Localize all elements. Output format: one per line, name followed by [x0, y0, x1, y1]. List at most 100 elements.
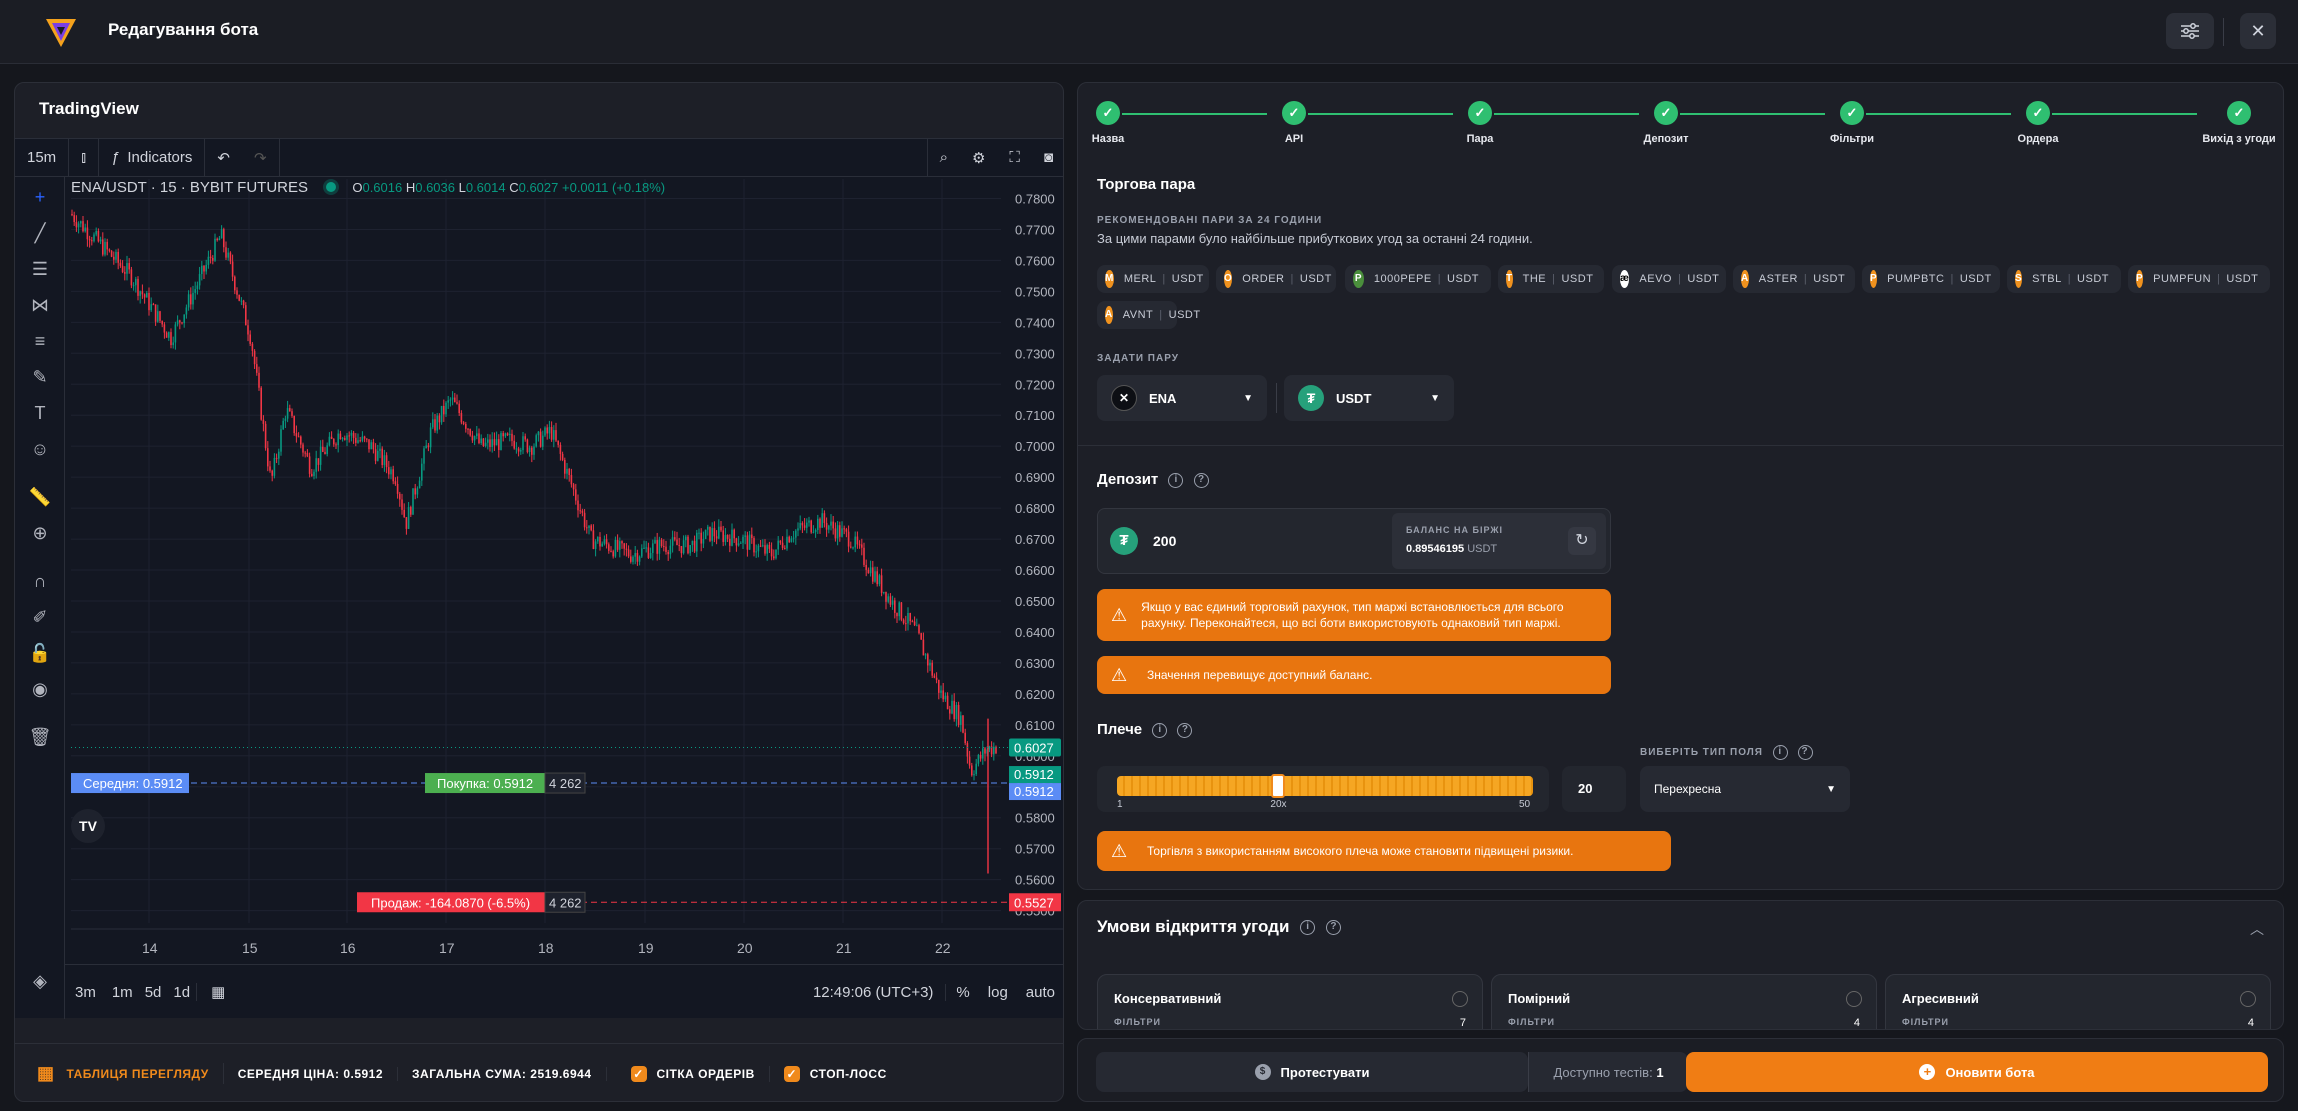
- price-chart[interactable]: 0.7800 0.7700 0.7600 0.7500 0.7400 0.7300 0.72…: [71, 179, 1063, 959]
- info-icon[interactable]: i: [1300, 920, 1316, 936]
- info-icon[interactable]: i: [1152, 722, 1168, 738]
- candle-body: [762, 545, 764, 547]
- fullscreen-icon: ⛶: [1009, 149, 1020, 166]
- leverage-slider[interactable]: [1117, 774, 1533, 798]
- layers-icon[interactable]: ◈: [28, 969, 52, 993]
- strategy-card-moderate[interactable]: Помірний ФІЛЬТРИ 4: [1491, 974, 1877, 1029]
- tradingview-logo[interactable]: TV: [71, 809, 105, 843]
- test-button[interactable]: $ Протестувати: [1096, 1052, 1528, 1092]
- radio-button[interactable]: [1846, 991, 1862, 1007]
- candle-body: [528, 447, 531, 453]
- lock-icon[interactable]: 🔓: [28, 641, 52, 665]
- pair-chip-aster[interactable]: A ASTER | USDT: [1733, 265, 1855, 293]
- info-icon[interactable]: i: [1772, 745, 1788, 760]
- refresh-balance-button[interactable]: ↻: [1568, 527, 1596, 555]
- lock-drawing-icon[interactable]: ✐: [28, 605, 52, 629]
- settings-sliders-button[interactable]: [2166, 13, 2214, 49]
- entry-conditions-panel: Умови відкриття угоди i ? ︿ Консервативн…: [1077, 900, 2284, 1030]
- step-deposit[interactable]: ✓ Депозит: [1636, 101, 1696, 145]
- candle-body: [740, 542, 742, 544]
- magnet-icon[interactable]: ∩: [28, 569, 52, 593]
- range-1m[interactable]: 1m: [106, 984, 139, 1001]
- date-range-button[interactable]: ▦: [196, 983, 239, 1001]
- candle-body: [889, 596, 892, 605]
- radio-button[interactable]: [1452, 991, 1468, 1007]
- base-coin-select[interactable]: ✕ ENA ▼: [1097, 375, 1267, 421]
- help-icon[interactable]: ?: [1177, 722, 1193, 738]
- step-api[interactable]: ✓ API: [1274, 101, 1314, 145]
- candle-body: [480, 438, 482, 444]
- screenshot-button[interactable]: ◙: [1032, 139, 1063, 177]
- quote-coin-select[interactable]: ₮ USDT ▼: [1284, 375, 1454, 421]
- eye-icon[interactable]: ◉: [28, 677, 52, 701]
- range-5d[interactable]: 5d: [139, 984, 168, 1001]
- brush-icon[interactable]: ✎: [28, 365, 52, 389]
- chart-settings-button[interactable]: ⚙: [960, 139, 997, 177]
- help-icon[interactable]: ?: [1797, 745, 1813, 760]
- pair-chip-pumpfun[interactable]: P PUMPFUN | USDT: [2128, 265, 2270, 293]
- emoji-icon[interactable]: ☺: [28, 437, 52, 461]
- trendline-icon[interactable]: ╱: [28, 221, 52, 245]
- pair-chip-merl[interactable]: M MERL | USDT: [1097, 265, 1209, 293]
- chevron-down-icon: ▼: [1243, 392, 1253, 404]
- zoom-in-icon[interactable]: ⊕: [28, 521, 52, 545]
- close-button[interactable]: ✕: [2240, 13, 2276, 49]
- pair-chip-order[interactable]: O ORDER | USDT: [1216, 265, 1336, 293]
- radio-button[interactable]: [2240, 991, 2256, 1007]
- help-icon[interactable]: ?: [1193, 472, 1209, 488]
- strategy-card-conservative[interactable]: Консервативний ФІЛЬТРИ 7: [1097, 974, 1483, 1029]
- step-orders[interactable]: ✓ Ордера: [2008, 101, 2068, 145]
- pair-chip-avnt[interactable]: A AVNT | USDT: [1097, 301, 1200, 329]
- text-icon[interactable]: T: [28, 401, 52, 425]
- redo-button[interactable]: ↷: [242, 138, 280, 177]
- indicators-button[interactable]: ƒ Indicators: [99, 139, 204, 177]
- step-exit[interactable]: ✓ Вихід з угоди: [2194, 101, 2283, 145]
- candle-body: [467, 428, 469, 430]
- margin-type-select[interactable]: Перехресна ▼: [1640, 766, 1850, 812]
- log-toggle[interactable]: log: [980, 984, 1016, 1001]
- info-icon[interactable]: i: [1168, 472, 1184, 488]
- price-tick-label: 0.5800: [1015, 811, 1055, 826]
- pair-chip-the[interactable]: T THE | USDT: [1498, 265, 1604, 293]
- trash-icon[interactable]: 🗑: [28, 725, 52, 749]
- ruler-icon[interactable]: 📏: [28, 485, 52, 509]
- table-view-button[interactable]: ▦ ТАБЛИЦЯ ПЕРЕГЛЯДУ: [15, 1063, 224, 1084]
- candle-body: [289, 408, 291, 412]
- percent-toggle[interactable]: %: [945, 983, 979, 1001]
- search-zoom-button[interactable]: ⌕: [926, 138, 960, 177]
- interval-button[interactable]: 15m: [15, 138, 70, 177]
- step-name[interactable]: ✓ Назва: [1088, 101, 1128, 145]
- pair-chip-1000pepe[interactable]: P 1000PEPE | USDT: [1345, 265, 1491, 293]
- margin-warning-text: Якщо у вас єдиний торговий рахунок, тип …: [1141, 600, 1564, 630]
- help-icon[interactable]: ?: [1325, 920, 1341, 936]
- candle-type-button[interactable]: ⫾: [69, 138, 99, 177]
- grid-orders-checkbox[interactable]: ✓ СІТКА ОРДЕРІВ: [607, 1065, 770, 1082]
- step-filters[interactable]: ✓ Фільтри: [1822, 101, 1882, 145]
- candle-body: [975, 763, 977, 775]
- auto-toggle[interactable]: auto: [1016, 984, 1063, 1001]
- fib-lines-icon[interactable]: ☰: [28, 257, 52, 281]
- candle-body: [909, 612, 911, 622]
- candle-body: [792, 537, 795, 539]
- collapse-chevron-icon[interactable]: ︿: [2250, 919, 2264, 939]
- pair-chip-stbl[interactable]: S STBL | USDT: [2007, 265, 2121, 293]
- pattern-icon[interactable]: ⋈: [28, 293, 52, 317]
- candle-body: [487, 439, 489, 443]
- step-pair[interactable]: ✓ Пара: [1460, 101, 1500, 145]
- deposit-amount-input[interactable]: 200: [1153, 533, 1176, 549]
- stop-loss-checkbox[interactable]: ✓ СТОП-ЛОСС: [770, 1065, 901, 1082]
- pair-chip-aevo[interactable]: æ AEVO | USDT: [1612, 265, 1726, 293]
- leverage-value-input[interactable]: 20: [1562, 766, 1626, 812]
- slider-thumb[interactable]: [1271, 774, 1286, 798]
- pair-chip-pumpbtc[interactable]: P PUMPBTC | USDT: [1862, 265, 2000, 293]
- range-1d[interactable]: 1d: [167, 984, 196, 1001]
- range-3m[interactable]: 3m: [65, 984, 106, 1001]
- update-bot-button[interactable]: + Оновити бота: [1686, 1052, 2268, 1092]
- forecast-icon[interactable]: ≡: [28, 329, 52, 353]
- candle-body: [988, 746, 991, 750]
- strategy-card-aggressive[interactable]: Агресивний ФІЛЬТРИ 4: [1885, 974, 2271, 1029]
- undo-button[interactable]: ↶: [204, 138, 242, 177]
- fullscreen-button[interactable]: ⛶: [997, 139, 1032, 177]
- crosshair-icon[interactable]: +: [28, 185, 52, 209]
- candle-body: [313, 471, 315, 477]
